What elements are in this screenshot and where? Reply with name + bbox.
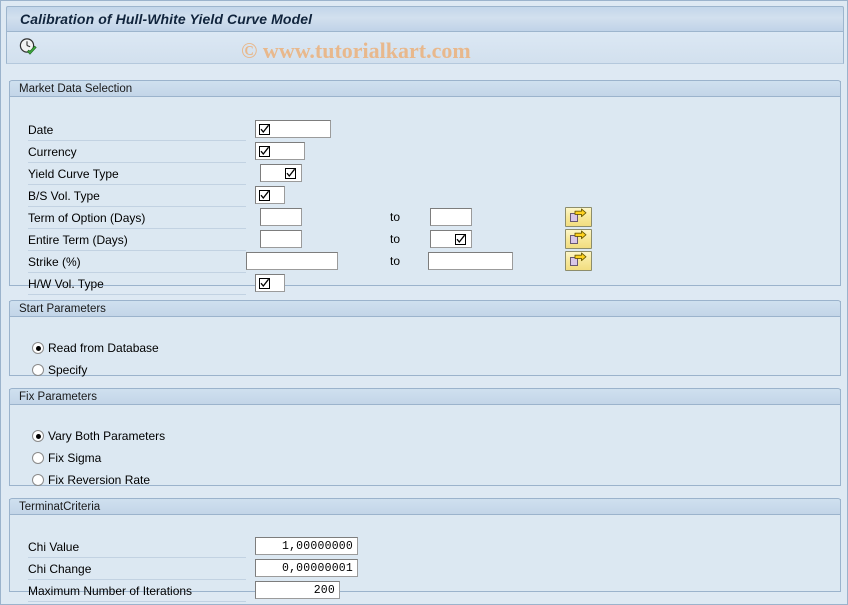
radio-label-fix-reversion-rate: Fix Reversion Rate xyxy=(48,473,151,487)
arrow-right-icon xyxy=(570,252,587,270)
panel-termination-criteria: TerminatCriteria Chi Value 1,00000000 Ch… xyxy=(9,498,841,602)
panel-market-data-selection: Market Data Selection Date Currency Yiel… xyxy=(9,80,841,295)
radio-read-from-database[interactable]: Read from Database xyxy=(32,340,159,356)
field-input-date[interactable] xyxy=(255,120,331,138)
sap-selection-screen: Calibration of Hull-White Yield Curve Mo… xyxy=(0,0,848,605)
radio-fix-sigma[interactable]: Fix Sigma xyxy=(32,450,101,466)
field-label-currency: Currency xyxy=(28,142,246,163)
field-label-date: Date xyxy=(28,120,246,141)
execute-button[interactable] xyxy=(15,36,41,60)
panel-fix-parameters: Fix Parameters Vary Both Parameters Fix … xyxy=(9,388,841,488)
field-input-entire-term-to[interactable] xyxy=(430,230,472,248)
field-label-term-of-option: Term of Option (Days) xyxy=(28,208,246,229)
range-separator-label-entire-term: to xyxy=(390,232,401,246)
field-input-chi-change[interactable]: 0,00000001 xyxy=(255,559,358,577)
panel-start-parameters: Start Parameters Read from Database Spec… xyxy=(9,300,841,378)
multi-selection-icon xyxy=(285,167,296,179)
field-input-yield-curve-type[interactable] xyxy=(260,164,302,182)
field-label-entire-term: Entire Term (Days) xyxy=(28,230,246,251)
multi-select-button-strike[interactable] xyxy=(565,251,592,271)
field-input-maximum-number-of-iterations[interactable]: 200 xyxy=(255,581,340,599)
field-input-entire-term-from[interactable] xyxy=(260,230,302,248)
page-title: Calibration of Hull-White Yield Curve Mo… xyxy=(20,11,313,27)
field-input-term-of-option-to[interactable] xyxy=(430,208,472,226)
field-label-chi-value: Chi Value xyxy=(28,537,246,558)
field-label-hw-vol-type: H/W Vol. Type xyxy=(28,274,246,295)
range-separator-label-strike: to xyxy=(390,254,401,268)
arrow-right-icon xyxy=(570,230,587,248)
range-separator-label-term-of-option: to xyxy=(390,210,401,224)
radio-button-icon xyxy=(32,430,44,442)
multi-selection-icon xyxy=(259,123,270,135)
field-label-bs-vol-type: B/S Vol. Type xyxy=(28,186,246,207)
field-label-yield-curve-type: Yield Curve Type xyxy=(28,164,246,185)
multi-selection-icon xyxy=(259,277,270,289)
panel-title-market-data-selection: Market Data Selection xyxy=(9,80,841,97)
radio-specify[interactable]: Specify xyxy=(32,362,87,378)
field-label-chi-change: Chi Change xyxy=(28,559,246,580)
arrow-right-icon xyxy=(570,208,587,226)
field-input-term-of-option-from[interactable] xyxy=(260,208,302,226)
radio-button-icon xyxy=(32,364,44,376)
clock-check-icon xyxy=(18,37,38,60)
panel-title-fix-parameters: Fix Parameters xyxy=(9,388,841,405)
multi-selection-icon xyxy=(455,233,466,245)
multi-selection-icon xyxy=(259,145,270,157)
radio-button-icon xyxy=(32,474,44,486)
radio-button-icon xyxy=(32,452,44,464)
panel-title-start-parameters: Start Parameters xyxy=(9,300,841,317)
multi-select-button-entire-term[interactable] xyxy=(565,229,592,249)
radio-label-fix-sigma: Fix Sigma xyxy=(48,451,102,465)
radio-button-icon xyxy=(32,342,44,354)
radio-vary-both-parameters[interactable]: Vary Both Parameters xyxy=(32,428,165,444)
window-title-bar: Calibration of Hull-White Yield Curve Mo… xyxy=(6,6,844,32)
radio-label-vary-both-parameters: Vary Both Parameters xyxy=(48,429,166,443)
multi-selection-icon xyxy=(259,189,270,201)
field-input-bs-vol-type[interactable] xyxy=(255,186,285,204)
radio-fix-reversion-rate[interactable]: Fix Reversion Rate xyxy=(32,472,150,488)
radio-label-specify: Specify xyxy=(48,363,88,377)
panel-title-termination-criteria: TerminatCriteria xyxy=(9,498,841,515)
field-input-strike-to[interactable] xyxy=(428,252,513,270)
field-input-currency[interactable] xyxy=(255,142,305,160)
field-input-hw-vol-type[interactable] xyxy=(255,274,285,292)
field-input-strike-from[interactable] xyxy=(246,252,338,270)
field-label-strike: Strike (%) xyxy=(28,252,246,273)
field-input-chi-value[interactable]: 1,00000000 xyxy=(255,537,358,555)
application-toolbar xyxy=(6,32,844,64)
field-label-maximum-number-of-iterations: Maximum Number of Iterations xyxy=(28,581,246,602)
radio-label-read-from-database: Read from Database xyxy=(48,341,159,355)
multi-select-button-term-of-option[interactable] xyxy=(565,207,592,227)
